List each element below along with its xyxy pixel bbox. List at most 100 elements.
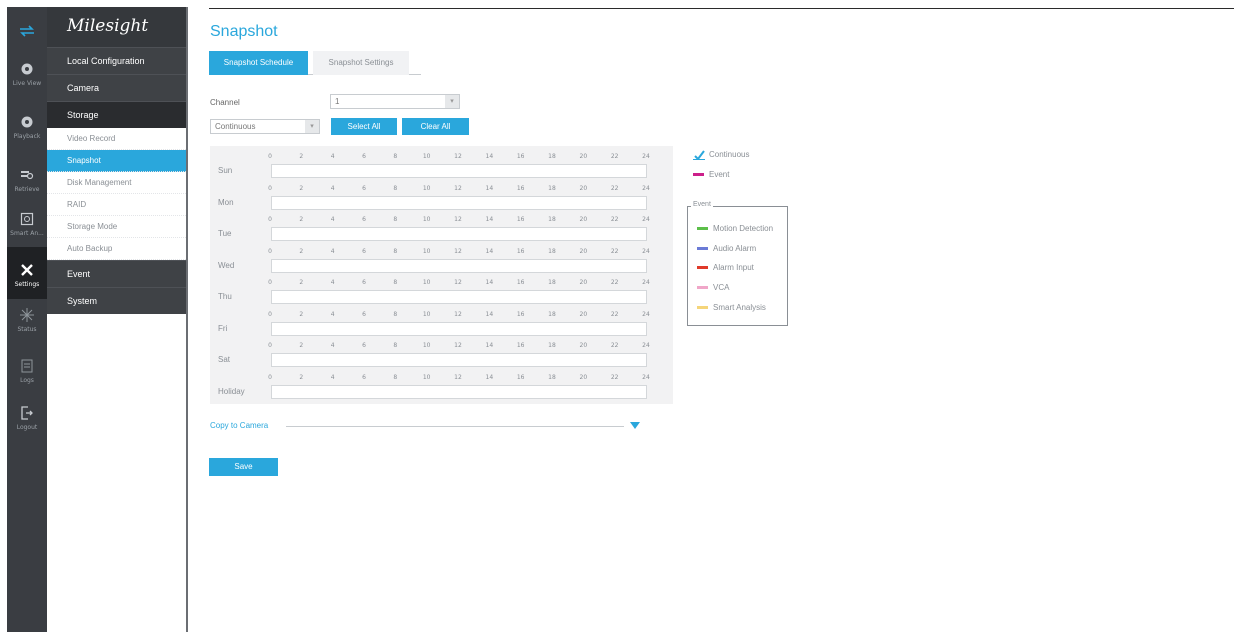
brand-logo: Milesight [47, 7, 186, 47]
legend-smart-analysis[interactable]: Smart Analysis [697, 303, 766, 312]
channel-select[interactable]: 1 ▾ [330, 94, 460, 109]
day-label: Sat [218, 355, 231, 364]
schedule-mode-select[interactable]: Continuous ▾ [210, 119, 320, 134]
hour-tick-label: 8 [393, 373, 398, 381]
hour-tick-label: 8 [393, 310, 398, 318]
menu-event[interactable]: Event [47, 260, 186, 287]
hour-tick-label: 20 [579, 310, 588, 318]
day-label: Wed [218, 260, 235, 270]
hour-tick-label: 16 [516, 373, 525, 381]
legend-motion-detection[interactable]: Motion Detection [697, 224, 773, 233]
rail-item-playback[interactable]: Playback [7, 112, 47, 140]
save-button[interactable]: Save [209, 458, 278, 476]
hour-tick-label: 12 [454, 279, 462, 286]
hour-tick-label: 20 [579, 247, 588, 255]
hour-tick-label: 14 [485, 247, 494, 255]
schedule-day-row: Sat 0 2 4 6 8 10 12 14 16 18 20 22 24 [210, 340, 673, 372]
hour-tick-label: 10 [422, 184, 431, 192]
audio-swatch [697, 247, 708, 251]
submenu-item-disk-management[interactable]: Disk Management [47, 172, 186, 194]
clear-all-button[interactable]: Clear All [402, 118, 469, 135]
select-all-button[interactable]: Select All [331, 118, 397, 135]
app-root: Live View Playback Retrieve Smart An... … [0, 0, 1234, 632]
hour-tick-label: 12 [454, 310, 462, 318]
hour-tick-label: 12 [454, 247, 462, 255]
hour-ticks: 0 2 4 6 8 10 12 14 16 18 20 22 24 [268, 373, 650, 384]
divider [286, 426, 624, 427]
schedule-timeline-bar[interactable] [271, 321, 647, 336]
submenu-item-auto-backup[interactable]: Auto Backup [47, 238, 186, 260]
hour-tick-label: 24 [642, 247, 650, 255]
hour-tick-label: 2 [299, 184, 304, 192]
rail-item-settings[interactable]: Settings [7, 247, 47, 299]
hour-tick-label: 12 [454, 373, 462, 381]
menu-camera[interactable]: Camera [47, 74, 186, 101]
hour-tick-label: 22 [610, 184, 619, 192]
schedule-timeline-bar[interactable] [271, 227, 647, 241]
tab-snapshot-settings[interactable]: Snapshot Settings [313, 51, 409, 75]
submenu-item-video-record[interactable]: Video Record [47, 128, 186, 150]
legend-event-label: Event [709, 170, 730, 179]
menu-local-configuration[interactable]: Local Configuration [47, 47, 186, 74]
settings-icon [7, 260, 47, 280]
rail-item-live-view[interactable]: Live View [7, 59, 47, 87]
submenu-item-storage-mode[interactable]: Storage Mode [47, 216, 186, 238]
copy-to-camera-label: Copy to Camera [210, 421, 269, 430]
hour-tick-label: 20 [579, 373, 588, 381]
rail-item-logs[interactable]: Logs [7, 356, 47, 384]
hour-tick-label: 10 [422, 310, 431, 318]
rail-item-swap[interactable] [7, 21, 47, 41]
rail-item-smart-analysis[interactable]: Smart An... [7, 209, 47, 237]
menu-storage[interactable]: Storage [47, 101, 186, 128]
submenu-item-raid[interactable]: RAID [47, 194, 186, 216]
legend-event[interactable]: Event [693, 170, 729, 179]
hour-tick-label: 14 [485, 184, 494, 192]
copy-to-camera-section[interactable]: Copy to Camera [210, 421, 640, 433]
rail-label: Logout [16, 424, 38, 431]
channel-value: 1 [335, 97, 340, 106]
rail-item-retrieve[interactable]: Retrieve [7, 165, 47, 193]
storage-submenu: Video Record Snapshot Disk Management RA… [47, 128, 186, 260]
event-types-group: Event Motion Detection Audio Alarm Alarm… [687, 201, 788, 326]
hour-tick-label: 22 [610, 216, 619, 223]
rail-item-status[interactable]: Status [7, 305, 47, 333]
hour-ticks: 0 2 4 6 8 10 12 14 16 18 20 22 24 [268, 342, 650, 352]
legend-continuous: Continuous [693, 150, 749, 161]
rail-label: Status [17, 326, 37, 333]
hour-ticks: 0 2 4 6 8 10 12 14 16 18 20 22 24 [268, 184, 650, 195]
channel-label: Channel [210, 98, 240, 107]
schedule-timeline-bar[interactable] [271, 258, 647, 273]
retrieve-icon [7, 165, 47, 185]
schedule-timeline-bar[interactable] [271, 195, 647, 210]
tab-bar: Snapshot Schedule Snapshot Settings [209, 51, 421, 75]
day-label: Sun [218, 166, 233, 175]
hour-tick-label: 16 [516, 279, 525, 286]
submenu-item-snapshot[interactable]: Snapshot [47, 150, 186, 172]
hour-tick-label: 18 [548, 342, 556, 349]
expand-triangle-icon[interactable] [630, 422, 640, 429]
legend-alarm-input[interactable]: Alarm Input [697, 263, 754, 272]
legend-audio-alarm[interactable]: Audio Alarm [697, 244, 756, 253]
hour-tick-label: 22 [610, 279, 619, 286]
hour-tick-label: 0 [268, 279, 272, 286]
hour-tick-label: 6 [362, 279, 366, 286]
hour-tick-label: 4 [330, 310, 335, 318]
schedule-timeline-bar[interactable] [271, 353, 647, 367]
hour-tick-label: 10 [422, 342, 431, 349]
event-group-title: Event [691, 201, 713, 208]
legend-vca[interactable]: VCA [697, 283, 729, 292]
hour-tick-label: 22 [610, 342, 619, 349]
vca-swatch [697, 286, 708, 290]
schedule-day-row: Holiday 0 2 4 6 8 10 12 14 16 18 20 22 24 [210, 372, 673, 404]
schedule-timeline-bar[interactable] [271, 384, 647, 399]
rail-item-logout[interactable]: Logout [7, 403, 47, 431]
tab-snapshot-schedule[interactable]: Snapshot Schedule [209, 51, 308, 75]
menu-system[interactable]: System [47, 287, 186, 314]
hour-tick-label: 22 [610, 247, 619, 255]
hour-tick-label: 24 [642, 153, 650, 160]
schedule-timeline-bar[interactable] [271, 164, 647, 178]
schedule-timeline-bar[interactable] [271, 290, 647, 304]
logs-icon [7, 356, 47, 376]
hour-tick-label: 2 [299, 310, 304, 318]
hour-tick-label: 10 [422, 247, 431, 255]
